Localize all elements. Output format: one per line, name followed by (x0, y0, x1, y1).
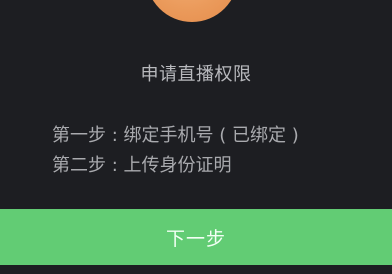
next-step-button[interactable]: 下一步 (0, 209, 392, 265)
step-bind-phone: 第一步 : 绑定手机号 ( 已绑定 ) (52, 125, 299, 146)
page-title: 申请直播权限 (140, 64, 252, 85)
avatar (146, 0, 238, 22)
step-upload-identity: 第二步 : 上传身份证明 (52, 155, 232, 176)
steps-list: 第一步 : 绑定手机号 ( 已绑定 ) 第二步 : 上传身份证明 (52, 121, 299, 181)
